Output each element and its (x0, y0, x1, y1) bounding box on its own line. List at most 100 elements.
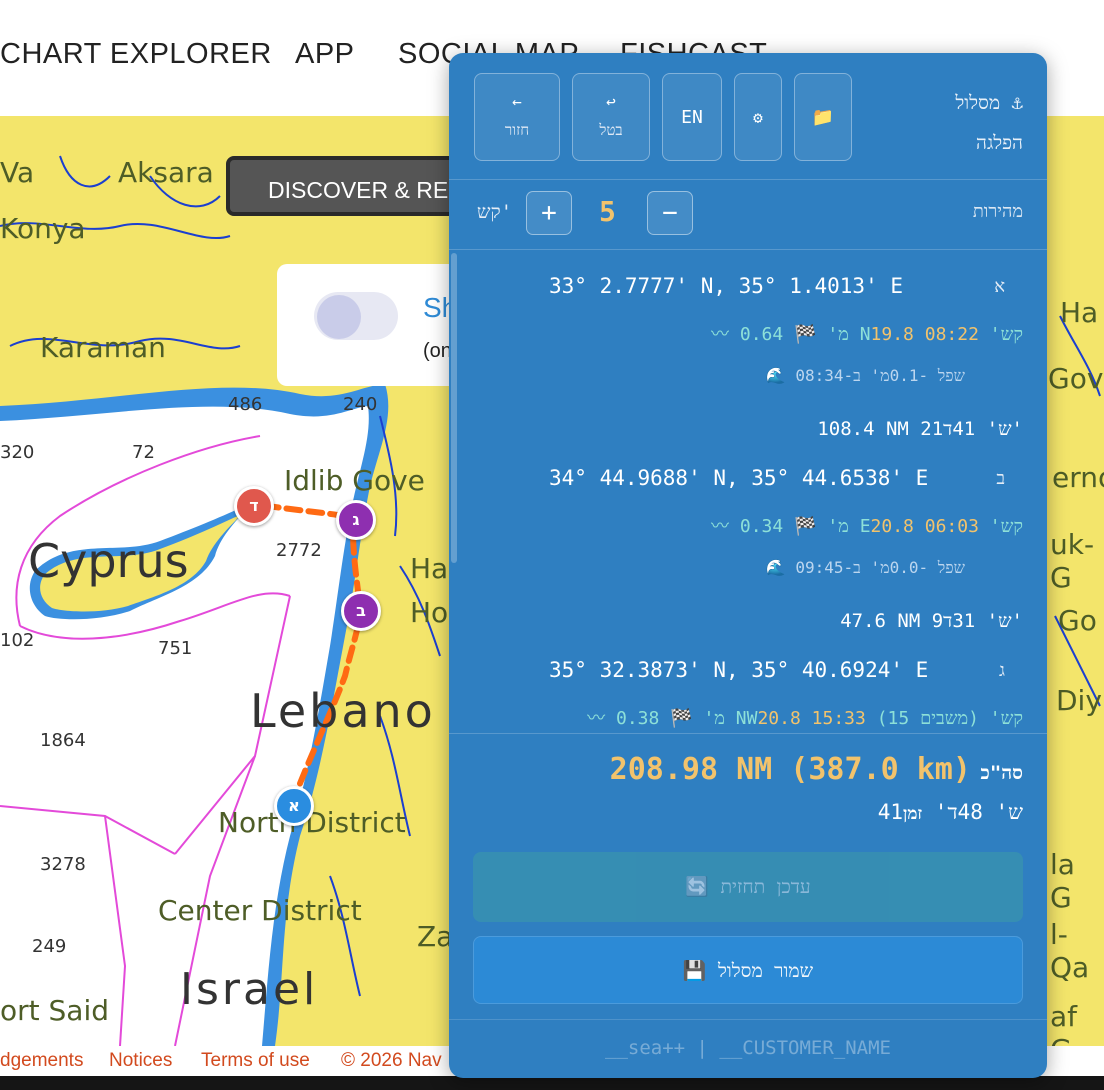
forecast-time: 15:33 (811, 708, 866, 729)
folder-icon: 📁 (811, 107, 835, 128)
show-toggle[interactable] (314, 292, 398, 340)
map-label-right-la: la G (1050, 848, 1075, 914)
open-route-button[interactable]: 📁 (794, 73, 852, 161)
back-label: חזור (504, 121, 530, 139)
depth-label: 2772 (276, 540, 322, 561)
back-button[interactable]: ← חזור (474, 73, 560, 161)
tide-info: 🌊 שפל -0.0מ' ב-09:45 (765, 558, 965, 577)
speed-unit: קש' (477, 201, 513, 223)
waypoint-weather: 〰 0.6מ' 🏁 4 Nקש' 08:22 19.8 (711, 320, 1023, 346)
waypoint-marker-b[interactable]: ב (341, 591, 381, 631)
map-label-lebanon: Lebano (250, 684, 436, 738)
panel-header: ← חזור ↩ בטל EN ⚙ 📁 ⚓ מסלול הפלגה (449, 53, 1047, 180)
leg-summary: 108.4 NM 21ש' 41ד' (817, 418, 1023, 440)
total-distance-value: 208.98 NM (387.0 km) (609, 752, 971, 787)
waypoint-coordinates: 33° 2.7777' N, 35° 1.4013' E (549, 274, 904, 298)
footer-acknowledgements-link[interactable]: dgements (0, 1050, 83, 1072)
map-label-ho: Ho (410, 596, 449, 629)
depth-label: 751 (158, 638, 193, 659)
depth-label: 486 (228, 394, 263, 415)
map-label-right-af: af G (1050, 1000, 1078, 1046)
map-label-aksara: Aksara (118, 156, 214, 189)
depth-label: 249 (32, 936, 67, 957)
nav-app[interactable]: APP (295, 38, 355, 71)
temperature: 19.8 (870, 324, 914, 345)
brand-footer: __sea++ | __CUSTOMER_NAME (449, 1019, 1047, 1078)
waypoint-marker-d[interactable]: ד (234, 486, 274, 526)
toggle-knob (317, 295, 361, 339)
map-label-karaman: Karaman (40, 331, 166, 364)
panel-title-line1: ⚓ מסלול (955, 92, 1023, 114)
map-label-partial: Va (0, 156, 35, 189)
map-label-idlib: Idlib Gove (284, 464, 425, 497)
map-label-konya: Konya (0, 212, 86, 245)
waypoint-list[interactable]: 33° 2.7777' N, 35° 1.4013' E א 〰 0.6מ' 🏁… (449, 250, 1047, 733)
undo-label: בטל (599, 121, 623, 139)
map-label-ha: Ha (410, 552, 449, 585)
map-label-right-lqa: l-Qa (1050, 918, 1090, 984)
route-totals: 208.98 NM (387.0 km) סה"כ 41ש' 48ד' זמן … (449, 733, 1047, 1034)
map-label-port-said: ort Said (0, 994, 110, 1027)
depth-label: 1864 (40, 730, 86, 751)
map-toggle-card: Sh (on (277, 264, 477, 386)
map-label-right-ha: Ha (1060, 296, 1099, 329)
save-route-button[interactable]: 💾 שמור מסלול (473, 936, 1023, 1004)
speed-increase-button[interactable]: + (526, 191, 572, 235)
map-label-right-diy: Diy (1056, 684, 1102, 717)
map-label-cyprus: Cyprus (28, 534, 189, 588)
speed-decrease-button[interactable]: − (647, 191, 693, 235)
leg-summary: 47.6 NM 9ש' 31ד' (840, 610, 1023, 632)
speed-label: מהירות (972, 201, 1023, 222)
waypoint-marker-a[interactable]: א (274, 786, 314, 826)
footer-notices-link[interactable]: Notices (109, 1050, 172, 1072)
route-planner-panel: ← חזור ↩ בטל EN ⚙ 📁 ⚓ מסלול הפלגה קש' + … (449, 53, 1047, 1078)
depth-label: 240 (343, 394, 378, 415)
depth-label: 72 (132, 442, 155, 463)
total-distance-label: סה"כ (980, 762, 1023, 784)
forecast-time: 06:03 (924, 516, 979, 537)
waypoint-coordinates: 35° 32.3873' N, 35° 40.6924' E (549, 658, 929, 682)
map-label-center-district: Center District (158, 894, 362, 927)
waypoint-letter: א (994, 276, 1005, 297)
tide-info: 🌊 שפל -0.1מ' ב-08:34 (765, 366, 965, 385)
waypoint-marker-g[interactable]: ג (336, 500, 376, 540)
temperature: 20.8 (757, 708, 801, 729)
depth-label: 102 (0, 630, 35, 651)
waypoint-coordinates: 34° 44.9688' N, 35° 44.6538' E (549, 466, 929, 490)
panel-title: ⚓ מסלול הפלגה (955, 83, 1023, 163)
map-label-right-go: Go (1058, 604, 1097, 637)
waypoint-letter: ג (999, 660, 1005, 681)
map-label-right-uk: uk-G (1050, 528, 1095, 594)
total-time-label: זמן (902, 804, 923, 824)
footer-terms-link[interactable]: Terms of use (201, 1050, 310, 1072)
map-label-israel: Israel (180, 964, 319, 1015)
nav-chart-explorer[interactable]: CHART EXPLORER (0, 38, 272, 71)
temperature: 20.8 (870, 516, 914, 537)
waypoint-weather: 〰 0.3מ' 🏁 8 NWקש' (משבים 15) 15:33 20.8 (587, 704, 1023, 730)
map-label-za: Za (417, 920, 454, 953)
gear-icon: ⚙ (753, 108, 763, 127)
speed-value: 5 (599, 195, 616, 228)
map-label-right-gov: Gov (1048, 362, 1104, 395)
total-time: 41ש' 48ד' זמן (878, 800, 1023, 825)
depth-label: 320 (0, 442, 35, 463)
refresh-forecast-button[interactable]: 🔄 עדכן תחזית (473, 852, 1023, 922)
depth-label: 3278 (40, 854, 86, 875)
undo-button[interactable]: ↩ בטל (572, 73, 650, 161)
settings-button[interactable]: ⚙ (734, 73, 782, 161)
panel-title-line2: הפלגה (976, 132, 1023, 154)
undo-icon: ↩ (606, 92, 616, 111)
map-label-right-erno: erno (1052, 461, 1104, 494)
footer-copyright: © 2026 Nav (341, 1050, 442, 1071)
language-button[interactable]: EN (662, 73, 722, 161)
total-distance: 208.98 NM (387.0 km) סה"כ (610, 752, 1023, 787)
toggle-subtitle: (on (423, 340, 452, 362)
waypoint-letter: ב (996, 468, 1005, 489)
arrow-left-icon: ← (512, 92, 522, 111)
waypoint-weather: 〰 0.3מ' 🏁 4 Eקש' 06:03 20.8 (711, 512, 1023, 538)
total-time-value: 41ש' 48ד' (877, 800, 1023, 824)
discover-button[interactable]: DISCOVER & RE (226, 156, 486, 216)
bottom-bar (0, 1076, 1104, 1090)
forecast-time: 08:22 (924, 324, 979, 345)
speed-control: קש' + 5 − מהירות (449, 179, 1047, 250)
